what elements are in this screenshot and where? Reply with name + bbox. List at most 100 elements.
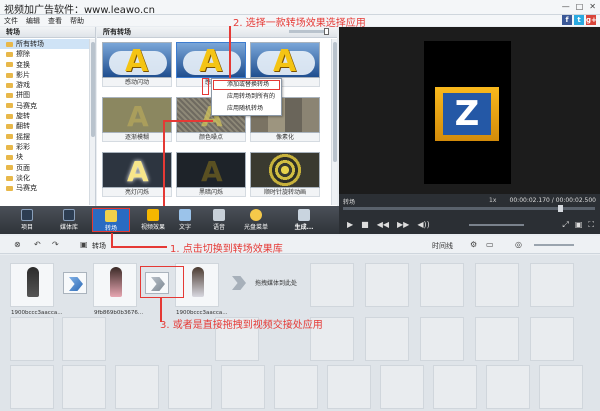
screen-icon[interactable]: ▭ xyxy=(486,240,494,249)
category-item[interactable]: 淡化 xyxy=(0,173,95,183)
rewind-icon[interactable]: ◀◀ xyxy=(377,220,389,229)
empty-slot xyxy=(420,317,464,361)
volume-slider[interactable] xyxy=(469,224,524,226)
category-item[interactable]: 拼图 xyxy=(0,90,95,100)
playback-speed[interactable]: 1x xyxy=(489,197,496,204)
maximize-icon[interactable]: □ xyxy=(576,2,584,11)
redo-icon[interactable]: ↷ xyxy=(52,240,59,249)
facebook-icon[interactable]: f xyxy=(562,15,572,25)
volume-icon[interactable]: ◀)) xyxy=(417,220,429,229)
generate-icon xyxy=(298,209,310,221)
transition-tile[interactable]: A 感动闪动 xyxy=(102,42,172,87)
slider-knob[interactable] xyxy=(324,28,329,35)
category-scrollbar[interactable] xyxy=(89,39,95,205)
category-item[interactable]: 旋转 xyxy=(0,111,95,121)
tile-thumbnail: A xyxy=(250,42,320,78)
category-panel: 转场 所有转场 擦除 变换 影片 游戏 拼图 马赛克 旋转 翻转 摇摆 彩彩 块… xyxy=(0,27,96,206)
annotation-step1: 1. 点击切换到转场效果库 xyxy=(170,244,283,255)
text-button[interactable]: 文字 xyxy=(166,208,204,232)
highlight-transition-slot xyxy=(140,266,184,298)
preview-screen: Z xyxy=(424,41,511,184)
clip-slot[interactable]: 9fb869b0b3676... xyxy=(93,263,143,316)
transition-slot[interactable] xyxy=(227,272,251,294)
annotation-arrow-0b xyxy=(163,120,213,122)
timeline-mode-label: 转场 xyxy=(92,242,106,250)
twitter-icon[interactable]: t xyxy=(574,15,584,25)
stop-icon[interactable]: ■ xyxy=(361,220,369,229)
category-item[interactable]: 马赛克 xyxy=(0,101,95,111)
voice-button[interactable]: 语音 xyxy=(200,208,238,232)
menu-file[interactable]: 文件 xyxy=(4,16,18,26)
menu-add-or-replace-transition[interactable]: 添加或替换转场 xyxy=(212,79,281,91)
remove-icon[interactable]: ⊗ xyxy=(14,240,21,249)
clip-slot[interactable]: 1900bccc3aacca... xyxy=(10,263,62,316)
transition-slot[interactable] xyxy=(63,272,87,294)
storyboard: 1900bccc3aacca... 9fb869b0b3676... 1900b… xyxy=(0,255,600,411)
generate-button[interactable]: 生成... xyxy=(282,208,326,232)
category-item[interactable]: 翻转 xyxy=(0,121,95,131)
empty-slot xyxy=(168,365,212,409)
category-item[interactable]: 马赛克 xyxy=(0,183,95,193)
scroll-thumb[interactable] xyxy=(91,42,95,137)
timeline-zoom-slider[interactable] xyxy=(534,244,574,246)
googleplus-icon[interactable]: g+ xyxy=(586,15,597,25)
fit-icon[interactable]: ⤢ xyxy=(562,220,568,230)
timeline-toggle[interactable]: 时间线 xyxy=(432,241,453,251)
seek-bar[interactable] xyxy=(343,205,595,212)
seek-handle[interactable] xyxy=(558,205,563,212)
category-item[interactable]: 彩彩 xyxy=(0,142,95,152)
play-icon[interactable]: ▶ xyxy=(347,220,353,229)
transition-tile[interactable]: 顺时针旋转动画 xyxy=(250,152,320,197)
highlight-selected-tile xyxy=(202,78,209,95)
category-item[interactable]: 影片 xyxy=(0,70,95,80)
scroll-thumb[interactable] xyxy=(333,42,337,162)
category-item[interactable]: 摇摆 xyxy=(0,132,95,142)
player-controls: 转场 1x 00:00:02.170 / 00:00:02.500 ▶ ■ ◀◀… xyxy=(339,194,600,234)
transition-button[interactable]: 转场 xyxy=(92,208,130,232)
menu-view[interactable]: 查看 xyxy=(48,16,62,26)
gallery-scrollbar[interactable] xyxy=(331,39,337,205)
snapshot-icon[interactable]: ▣ xyxy=(575,220,583,230)
menu-apply-to-all[interactable]: 应用转场到所有的 xyxy=(212,91,281,103)
fullscreen-icon[interactable]: ⛶ xyxy=(588,220,594,230)
category-item[interactable]: 游戏 xyxy=(0,80,95,90)
thumbnail-size-slider[interactable] xyxy=(289,28,329,35)
undo-icon[interactable]: ↶ xyxy=(34,240,41,249)
clip-thumbnail xyxy=(110,267,122,297)
transition-icon xyxy=(105,210,117,222)
empty-slot xyxy=(62,365,106,409)
category-item[interactable]: 块 xyxy=(0,152,95,162)
folder-icon xyxy=(6,165,13,171)
folder-icon xyxy=(6,62,13,68)
settings-icon[interactable]: ⚙ xyxy=(470,240,477,249)
category-item[interactable]: 擦除 xyxy=(0,49,95,59)
category-item[interactable]: 页面 xyxy=(0,163,95,173)
folder-icon xyxy=(6,185,13,191)
menu-edit[interactable]: 编辑 xyxy=(26,16,40,26)
folder-icon xyxy=(6,144,13,150)
folder-icon xyxy=(6,41,13,47)
annotation-arrow-1b xyxy=(111,246,167,248)
folder-icon xyxy=(6,154,13,160)
category-item[interactable]: 所有转场 xyxy=(0,39,95,50)
zoom-icon[interactable]: ◎ xyxy=(515,240,522,249)
menu-apply-random[interactable]: 应用随机转场 xyxy=(212,103,281,115)
disc-menu-button[interactable]: 光盘菜单 xyxy=(234,208,278,232)
minimize-icon[interactable]: — xyxy=(562,2,570,11)
category-item[interactable]: 变换 xyxy=(0,60,95,70)
transition-tile[interactable]: A 亮灯闪烁 xyxy=(102,152,172,197)
menu-help[interactable]: 帮助 xyxy=(70,16,84,26)
transition-tile[interactable]: A 逐渐模糊 xyxy=(102,97,172,142)
close-icon[interactable]: ✕ xyxy=(589,2,596,11)
empty-slot xyxy=(327,365,371,409)
forward-icon[interactable]: ▶▶ xyxy=(397,220,409,229)
empty-slot xyxy=(365,263,409,307)
folder-icon xyxy=(6,113,13,119)
transition-tile[interactable]: A 黑暗闪烁 xyxy=(176,152,246,197)
tile-thumbnail: A xyxy=(102,97,172,133)
project-button[interactable]: 项目 xyxy=(8,208,46,232)
media-library-button[interactable]: 媒体库 xyxy=(50,208,88,232)
empty-slot xyxy=(380,365,424,409)
empty-slot xyxy=(365,317,409,361)
drop-media-hint: 拖拽媒体到此处 xyxy=(255,280,298,287)
